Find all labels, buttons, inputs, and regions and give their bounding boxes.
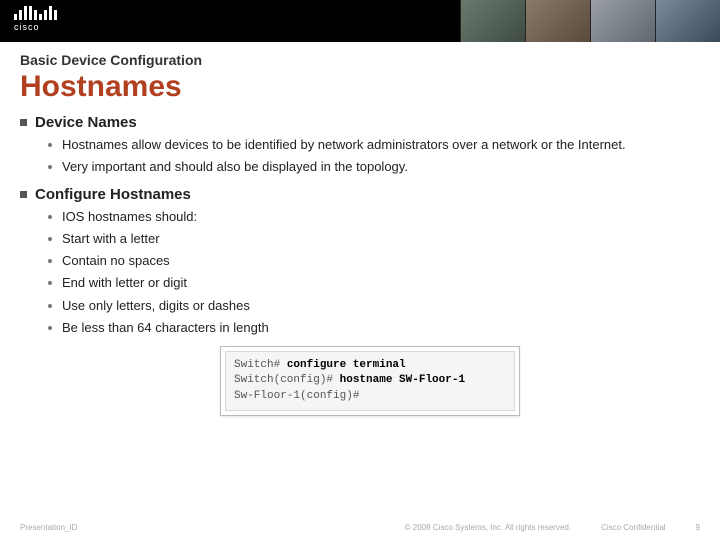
term-prompt: Switch# — [234, 359, 287, 371]
list-text: Be less than 64 characters in length — [62, 320, 269, 336]
slide-content: Basic Device Configuration Hostnames Dev… — [0, 42, 720, 416]
footer-confidential: Cisco Confidential — [601, 523, 665, 532]
list-item: Hostnames allow devices to be identified… — [48, 137, 700, 153]
list-item: Start with a letter — [48, 231, 700, 247]
list-text: End with letter or digit — [62, 275, 187, 291]
square-bullet-icon — [20, 119, 27, 126]
square-bullet-icon — [20, 191, 27, 198]
logo-text: cisco — [14, 22, 57, 32]
term-prompt: Switch(config)# — [234, 374, 340, 386]
banner-photo-strip — [460, 0, 720, 42]
footer-right-group: © 2008 Cisco Systems, Inc. All rights re… — [405, 523, 700, 532]
term-cmd: configure terminal — [287, 359, 406, 371]
list-text: IOS hostnames should: — [62, 209, 197, 225]
list-item: Contain no spaces — [48, 253, 700, 269]
slide-title: Hostnames — [20, 70, 700, 104]
terminal-box: Switch# configure terminal Switch(config… — [220, 346, 520, 416]
bullet-icon — [48, 259, 52, 263]
list-text: Use only letters, digits or dashes — [62, 298, 250, 314]
bullet-icon — [48, 281, 52, 285]
list-text: Contain no spaces — [62, 253, 170, 269]
bullet-icon — [48, 304, 52, 308]
bullet-icon — [48, 215, 52, 219]
bullet-icon — [48, 326, 52, 330]
cisco-logo: cisco — [14, 4, 57, 32]
top-banner: cisco — [0, 0, 720, 42]
list-text: Start with a letter — [62, 231, 160, 247]
section-heading-row: Configure Hostnames — [20, 186, 700, 203]
sub-list: IOS hostnames should: Start with a lette… — [48, 209, 700, 337]
bullet-icon — [48, 143, 52, 147]
section-title: Device Names — [35, 114, 137, 131]
slide-kicker: Basic Device Configuration — [20, 52, 700, 68]
slide-footer: Presentation_ID © 2008 Cisco Systems, In… — [0, 523, 720, 532]
footer-left: Presentation_ID — [20, 523, 77, 532]
terminal-output: Switch# configure terminal Switch(config… — [225, 351, 515, 411]
list-item: IOS hostnames should: — [48, 209, 700, 225]
sub-list: Hostnames allow devices to be identified… — [48, 137, 700, 176]
bullet-icon — [48, 165, 52, 169]
section-title: Configure Hostnames — [35, 186, 191, 203]
list-item: Very important and should also be displa… — [48, 159, 700, 175]
list-item: End with letter or digit — [48, 275, 700, 291]
page-number: 9 — [696, 523, 700, 532]
term-cmd: hostname SW-Floor-1 — [340, 374, 465, 386]
logo-bars-icon — [14, 4, 57, 20]
list-text: Hostnames allow devices to be identified… — [62, 137, 626, 153]
list-text: Very important and should also be displa… — [62, 159, 408, 175]
bullet-icon — [48, 237, 52, 241]
list-item: Use only letters, digits or dashes — [48, 298, 700, 314]
list-item: Be less than 64 characters in length — [48, 320, 700, 336]
section-heading-row: Device Names — [20, 114, 700, 131]
footer-copyright: © 2008 Cisco Systems, Inc. All rights re… — [405, 523, 571, 532]
term-prompt: Sw-Floor-1(config)# — [234, 390, 359, 402]
